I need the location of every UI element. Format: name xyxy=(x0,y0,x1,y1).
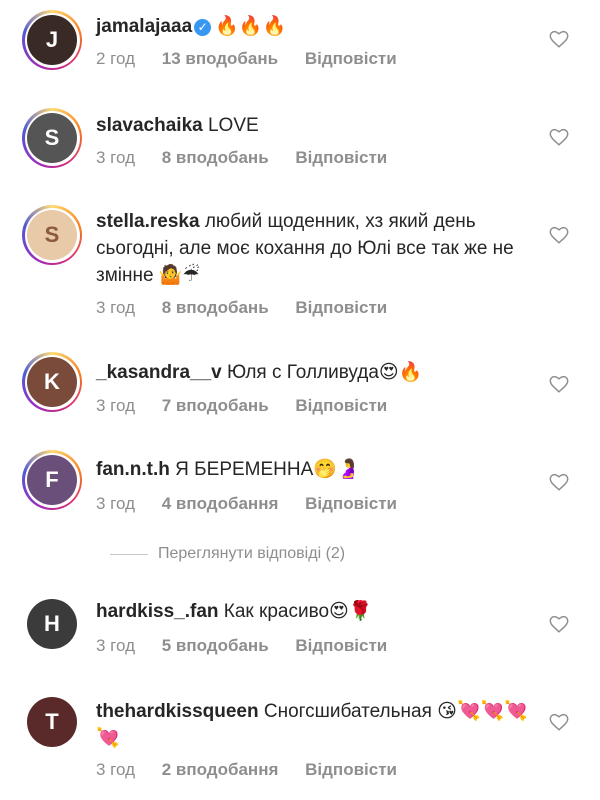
avatar[interactable]: T xyxy=(22,692,82,752)
reply-button[interactable]: Відповісти xyxy=(295,396,387,415)
heart-icon[interactable] xyxy=(548,711,570,733)
comment-text: Как красиво😍🌹 xyxy=(223,601,373,622)
comment-time: 3 год xyxy=(96,636,136,655)
avatar[interactable]: H xyxy=(22,594,82,654)
reply-button[interactable]: Відповісти xyxy=(305,760,397,779)
heart-icon[interactable] xyxy=(548,28,570,50)
username[interactable]: _kasandra__v xyxy=(96,362,222,383)
comment-text: Я БЕРЕМЕННА🤭🤰 xyxy=(175,459,361,480)
comment-text: 🔥🔥🔥 xyxy=(215,16,287,37)
username[interactable]: slavachaika xyxy=(96,115,203,136)
likes-count[interactable]: 4 вподобання xyxy=(162,494,279,513)
username[interactable]: stella.reska xyxy=(96,211,200,232)
avatar[interactable]: S xyxy=(22,205,82,265)
verified-badge-icon: ✓ xyxy=(194,19,212,36)
avatar[interactable]: S xyxy=(22,108,82,168)
avatar[interactable]: J xyxy=(22,10,82,70)
avatar[interactable]: F xyxy=(22,450,82,510)
username[interactable]: fan.n.t.h xyxy=(96,459,170,480)
reply-button[interactable]: Відповісти xyxy=(305,494,397,513)
comment-time: 3 год xyxy=(96,396,136,415)
comment-time: 2 год xyxy=(96,49,136,68)
divider xyxy=(110,553,148,555)
heart-icon[interactable] xyxy=(548,373,570,395)
username[interactable]: thehardkissqueen xyxy=(96,701,259,722)
likes-count[interactable]: 5 вподобань xyxy=(162,636,269,655)
likes-count[interactable]: 8 вподобань xyxy=(162,148,269,167)
heart-icon[interactable] xyxy=(548,224,570,246)
comment-text: Юля с Голливуда😍🔥 xyxy=(227,362,423,383)
heart-icon[interactable] xyxy=(548,126,570,148)
likes-count[interactable]: 2 вподобання xyxy=(162,760,279,779)
comment-text: LOVE xyxy=(207,115,259,136)
username[interactable]: jamalajaaa xyxy=(96,16,192,37)
reply-button[interactable]: Відповісти xyxy=(295,636,387,655)
comment-time: 3 год xyxy=(96,494,136,513)
reply-button[interactable]: Відповісти xyxy=(305,49,397,68)
avatar[interactable]: K xyxy=(22,352,82,412)
username[interactable]: hardkiss_.fan xyxy=(96,601,219,622)
heart-icon[interactable] xyxy=(548,613,570,635)
reply-button[interactable]: Відповісти xyxy=(295,148,387,167)
view-replies-link[interactable]: Переглянути відповіді (2) xyxy=(110,545,345,563)
comment-time: 3 год xyxy=(96,760,136,779)
comment-time: 3 год xyxy=(96,298,136,317)
reply-button[interactable]: Відповісти xyxy=(295,298,387,317)
likes-count[interactable]: 8 вподобань xyxy=(162,298,269,317)
view-replies-label: Переглянути відповіді (2) xyxy=(158,545,346,562)
heart-icon[interactable] xyxy=(548,471,570,493)
likes-count[interactable]: 7 вподобань xyxy=(162,396,269,415)
likes-count[interactable]: 13 вподобань xyxy=(162,49,278,68)
comment-time: 3 год xyxy=(96,148,136,167)
